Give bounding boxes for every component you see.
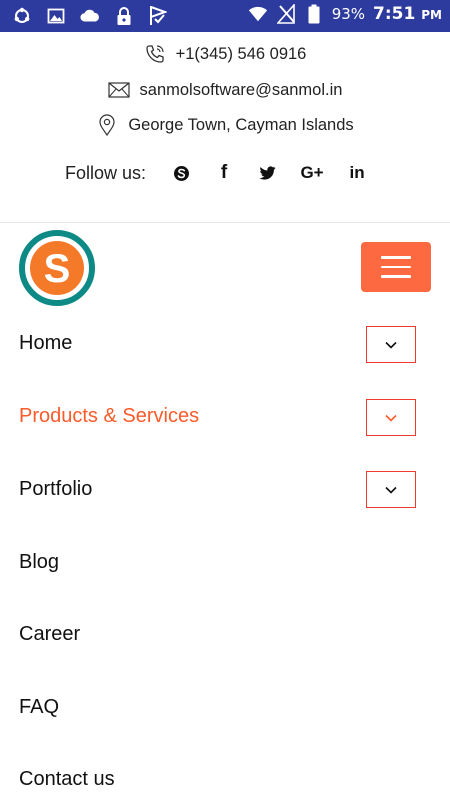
wifi-icon	[248, 4, 268, 24]
menu-toggle-button[interactable]	[361, 242, 431, 292]
nav-link-faq[interactable]: FAQ	[19, 696, 59, 719]
nav-item-products-services: Products & Services	[0, 381, 450, 453]
nav-item-portfolio: Portfolio	[0, 453, 450, 525]
email-address[interactable]: sanmolsoftware@sanmol.in	[140, 81, 343, 100]
clock-time: 7:51	[373, 4, 416, 24]
submenu-toggle-portfolio[interactable]	[366, 471, 416, 508]
nav-link-contact-us[interactable]: Contact us	[19, 768, 115, 791]
nav-item-blog: Blog	[0, 526, 450, 598]
sync-icon	[12, 6, 32, 26]
check-flag-icon	[148, 6, 168, 26]
map-pin-icon	[96, 114, 118, 136]
contact-address: George Town, Cayman Islands	[0, 114, 450, 136]
notification-icons	[12, 6, 168, 26]
menu-bar-line	[381, 275, 411, 278]
envelope-icon	[107, 79, 130, 101]
clock: 7:51 PM	[373, 4, 442, 24]
system-status: 93% 7:51 PM	[248, 4, 442, 24]
skype-icon[interactable]	[170, 160, 192, 186]
logo-letter: S	[44, 247, 71, 291]
address-text: George Town, Cayman Islands	[128, 115, 354, 134]
chevron-down-icon	[385, 414, 397, 422]
google-plus-icon[interactable]: G+	[299, 160, 325, 186]
chevron-down-icon	[385, 486, 397, 494]
header-divider	[0, 222, 450, 223]
brand-logo[interactable]: S	[18, 230, 96, 306]
menu-bar-line	[381, 256, 411, 259]
status-bar: 93% 7:51 PM	[0, 0, 450, 32]
submenu-toggle-home[interactable]	[366, 326, 416, 363]
chevron-down-icon	[385, 341, 397, 349]
phone-number[interactable]: +1(345) 546 0916	[176, 45, 307, 64]
nav-link-products-services[interactable]: Products & Services	[19, 405, 199, 428]
nav-link-portfolio[interactable]: Portfolio	[19, 478, 92, 501]
submenu-toggle-products-services[interactable]	[366, 399, 416, 436]
clock-ampm: PM	[421, 8, 442, 22]
twitter-icon[interactable]	[256, 160, 278, 186]
menu-bar-line	[381, 265, 411, 269]
phone-icon	[144, 43, 166, 65]
linkedin-icon[interactable]: in	[346, 160, 368, 186]
lock-icon	[114, 6, 134, 26]
nav-link-career[interactable]: Career	[19, 623, 80, 646]
nav-item-home: Home	[0, 308, 450, 380]
contact-phone[interactable]: +1(345) 546 0916	[0, 43, 450, 65]
follow-label: Follow us:	[65, 162, 147, 183]
contact-email[interactable]: sanmolsoftware@sanmol.in	[0, 79, 450, 101]
nav-item-contact-us: Contact us	[0, 743, 450, 800]
image-icon	[46, 6, 66, 26]
battery-icon	[304, 4, 324, 24]
nav-item-career: Career	[0, 598, 450, 670]
battery-percent: 93%	[331, 5, 366, 23]
nav-item-faq: FAQ	[0, 671, 450, 743]
facebook-icon[interactable]: f	[213, 160, 235, 186]
social-links: Follow us: f G+ in	[65, 160, 389, 186]
no-signal-icon	[276, 4, 296, 24]
cloud-icon	[80, 6, 100, 26]
nav-link-blog[interactable]: Blog	[19, 551, 59, 574]
nav-link-home[interactable]: Home	[19, 332, 72, 355]
